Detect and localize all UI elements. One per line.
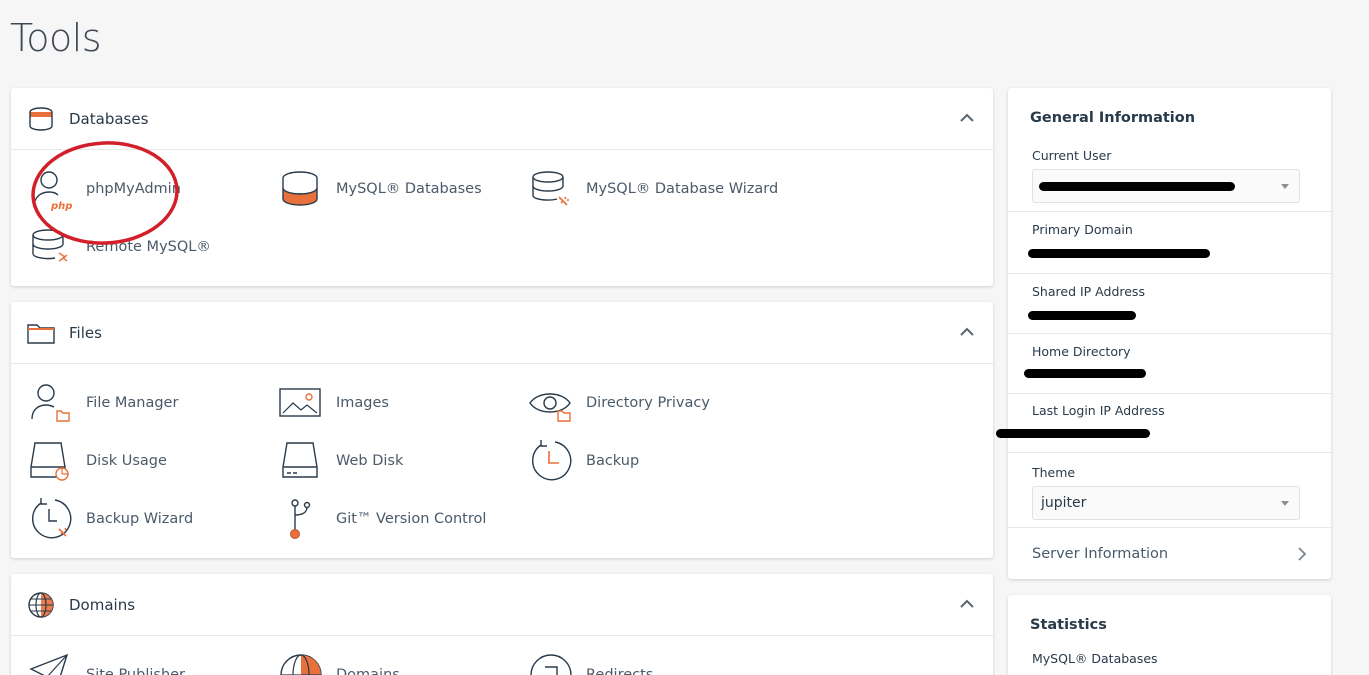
statistics-panel: Statistics MySQL® Databases	[1008, 595, 1331, 675]
theme-select[interactable]: jupiter	[1032, 486, 1300, 520]
file-manager-icon	[29, 381, 73, 425]
tool-label: Images	[336, 395, 389, 411]
files-panel-header[interactable]: Files	[11, 302, 993, 364]
tool-label: File Manager	[86, 395, 179, 411]
tool-mysql-wizard[interactable]: MySQL® Database Wizard	[529, 165, 778, 213]
tool-label: phpMyAdmin	[86, 181, 181, 197]
mysql-databases-icon	[279, 167, 323, 211]
shared-ip-label: Shared IP Address	[1032, 284, 1145, 299]
general-information-panel: General Information Current User Primary…	[996, 88, 1331, 580]
home-directory-row: Home Directory	[1008, 334, 1331, 394]
domains-panel-title: Domains	[69, 595, 136, 614]
tool-redirects[interactable]: Redirects	[529, 651, 653, 675]
files-panel-title: Files	[69, 323, 102, 342]
redacted-value	[1028, 311, 1136, 320]
tool-label: MySQL® Databases	[336, 181, 482, 197]
home-directory-label: Home Directory	[1032, 344, 1131, 359]
chevron-up-icon[interactable]	[959, 324, 975, 340]
redacted-value	[1028, 249, 1210, 258]
tool-label: Directory Privacy	[586, 395, 710, 411]
redirects-icon	[529, 653, 573, 675]
tool-label: Disk Usage	[86, 453, 167, 469]
chevron-right-icon	[1298, 547, 1307, 561]
mysql-wizard-icon	[529, 167, 573, 211]
tool-web-disk[interactable]: Web Disk	[279, 437, 403, 485]
images-icon	[279, 381, 323, 425]
remote-mysql-icon	[29, 225, 73, 269]
svg-text:php: php	[50, 201, 72, 211]
tool-site-publisher[interactable]: Site Publisher	[29, 651, 185, 675]
primary-domain-row: Primary Domain	[1008, 212, 1331, 274]
primary-domain-label: Primary Domain	[1032, 222, 1133, 237]
server-information-label: Server Information	[1032, 546, 1169, 562]
redacted-value	[1024, 369, 1146, 378]
chevron-down-icon	[1281, 501, 1289, 506]
theme-value: jupiter	[1041, 495, 1087, 511]
tool-label: Domains	[336, 667, 400, 675]
databases-panel: Databases php phpMyAdmin MySQL® Database…	[11, 88, 993, 286]
current-user-select[interactable]	[1032, 169, 1300, 203]
tool-label: Git™ Version Control	[336, 511, 487, 527]
domains-panel-header[interactable]: Domains	[11, 574, 993, 636]
page-title: Tools	[10, 16, 102, 60]
last-login-label: Last Login IP Address	[1032, 403, 1165, 418]
tool-directory-privacy[interactable]: Directory Privacy	[529, 379, 710, 427]
tool-label: Redirects	[586, 667, 654, 675]
site-publisher-icon	[29, 653, 73, 675]
theme-row: Theme jupiter	[1008, 453, 1331, 528]
tool-label: Site Publisher	[86, 667, 186, 675]
chevron-down-icon	[1281, 184, 1289, 189]
domains-icon	[279, 653, 323, 675]
tool-disk-usage[interactable]: Disk Usage	[29, 437, 167, 485]
tool-git-version-control[interactable]: Git™ Version Control	[279, 495, 486, 543]
backup-icon	[529, 439, 573, 483]
current-user-row: Current User	[1008, 148, 1331, 212]
chevron-up-icon[interactable]	[959, 596, 975, 612]
disk-usage-icon	[29, 439, 73, 483]
current-user-label: Current User	[1032, 148, 1112, 163]
tool-images[interactable]: Images	[279, 379, 389, 427]
databases-panel-title: Databases	[69, 109, 149, 128]
database-icon	[27, 105, 55, 133]
shared-ip-row: Shared IP Address	[1008, 274, 1331, 334]
tool-phpmyadmin[interactable]: php phpMyAdmin	[29, 165, 181, 213]
redacted-value	[996, 429, 1150, 438]
files-panel: Files File Manager Images Directory Priv…	[11, 302, 993, 558]
domains-panel: Domains Site Publisher Domains Redirects	[11, 574, 993, 675]
theme-label: Theme	[1032, 465, 1076, 480]
folder-icon	[27, 319, 55, 347]
chevron-up-icon[interactable]	[959, 110, 975, 126]
tool-label: MySQL® Database Wizard	[586, 181, 779, 197]
tool-label: Backup Wizard	[86, 511, 194, 527]
directory-privacy-icon	[529, 381, 573, 425]
tool-backup[interactable]: Backup	[529, 437, 639, 485]
statistics-title: Statistics	[1030, 617, 1107, 633]
redacted-value	[1039, 182, 1235, 191]
tool-label: Web Disk	[336, 453, 404, 469]
web-disk-icon	[279, 439, 323, 483]
tool-backup-wizard[interactable]: Backup Wizard	[29, 495, 193, 543]
phpmyadmin-icon: php	[29, 167, 73, 212]
backup-wizard-icon	[29, 497, 73, 541]
databases-panel-header[interactable]: Databases	[11, 88, 993, 150]
general-information-title: General Information	[1030, 110, 1196, 126]
tool-domains[interactable]: Domains	[279, 651, 400, 675]
tool-label: Remote MySQL®	[86, 239, 211, 255]
tool-file-manager[interactable]: File Manager	[29, 379, 178, 427]
tool-remote-mysql[interactable]: Remote MySQL®	[29, 223, 211, 271]
globe-icon	[27, 591, 55, 619]
tool-label: Backup	[586, 453, 640, 469]
statistics-mysql-label: MySQL® Databases	[1032, 651, 1158, 666]
last-login-row: Last Login IP Address	[996, 394, 1331, 453]
tool-mysql-databases[interactable]: MySQL® Databases	[279, 165, 482, 213]
git-icon	[279, 497, 323, 541]
server-information-link[interactable]: Server Information	[1008, 528, 1331, 580]
